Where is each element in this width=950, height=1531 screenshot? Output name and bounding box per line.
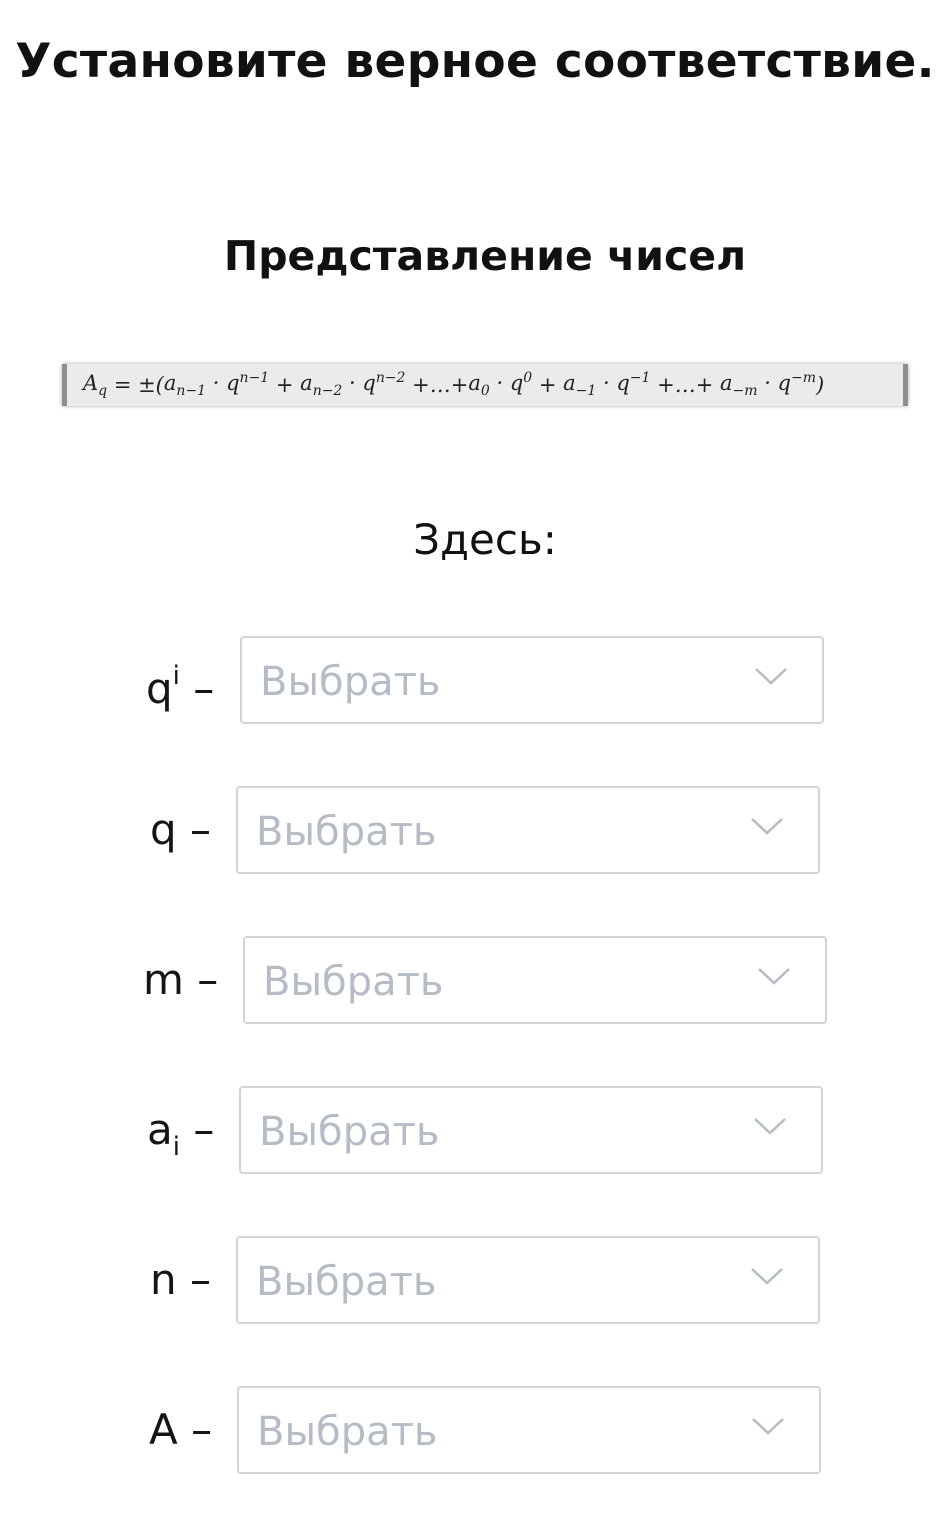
chevron-down-icon	[752, 1418, 784, 1435]
term-label: A –	[149, 1405, 213, 1454]
formula-op: +	[532, 373, 564, 397]
match-row: A – Выбрать	[0, 1386, 950, 1474]
select-placeholder: Выбрать	[263, 959, 444, 1005]
formula-lhs: Aq	[83, 370, 108, 400]
answer-select[interactable]: Выбрать	[237, 1386, 821, 1474]
answer-select[interactable]: Выбрать	[243, 936, 827, 1024]
term-label: qi –	[146, 661, 215, 713]
match-row: q – Выбрать	[0, 786, 950, 874]
match-row: n – Выбрать	[0, 1236, 950, 1324]
formula-term: a−1 · q−1	[563, 370, 651, 400]
term-label: ai –	[147, 1105, 215, 1163]
match-row: qi – Выбрать	[0, 636, 950, 724]
page-title: Установите верное соответствие.	[15, 34, 935, 89]
formula-eq: = ±(	[107, 373, 164, 397]
here-label: Здесь:	[413, 515, 557, 564]
formula-op: +	[269, 373, 301, 397]
chevron-down-icon	[751, 818, 783, 835]
formula-term: an−1 · qn−1	[163, 370, 270, 400]
answer-select[interactable]: Выбрать	[236, 1236, 820, 1324]
chevron-down-icon	[755, 668, 787, 685]
term-label: n –	[150, 1255, 211, 1304]
formula-op: +…+	[405, 373, 469, 397]
match-row: m – Выбрать	[0, 936, 950, 1024]
chevron-down-icon	[758, 968, 790, 985]
answer-select[interactable]: Выбрать	[240, 636, 824, 724]
chevron-down-icon	[751, 1268, 783, 1285]
term-label: m –	[143, 955, 219, 1004]
select-placeholder: Выбрать	[256, 1259, 437, 1305]
answer-select[interactable]: Выбрать	[239, 1086, 823, 1174]
formula-term: an−2 · qn−2	[300, 370, 406, 400]
formula-image: Aq = ±( an−1 · qn−1 + an−2 · qn−2 +…+ a0…	[62, 364, 908, 406]
answer-select[interactable]: Выбрать	[236, 786, 820, 874]
formula-term: a0 · q0	[468, 370, 533, 400]
select-placeholder: Выбрать	[256, 809, 437, 855]
section-heading: Представление чисел	[223, 232, 747, 280]
formula-op: +…+	[650, 373, 720, 397]
formula-term: a−m · q−m	[719, 370, 816, 400]
select-placeholder: Выбрать	[259, 1109, 440, 1155]
select-placeholder: Выбрать	[257, 1409, 438, 1455]
term-label: q –	[150, 805, 212, 854]
match-row: ai – Выбрать	[0, 1086, 950, 1174]
chevron-down-icon	[754, 1118, 786, 1135]
select-placeholder: Выбрать	[260, 659, 441, 705]
formula-close: )	[816, 373, 825, 397]
